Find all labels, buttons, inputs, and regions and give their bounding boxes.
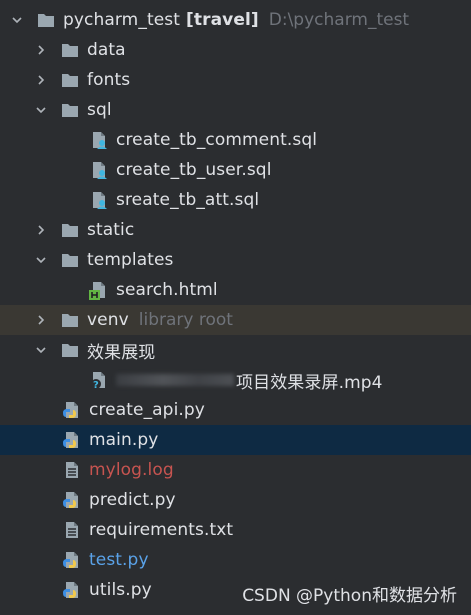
csdn-watermark: CSDN @Python和数据分析: [242, 586, 457, 606]
python-file-icon: [62, 400, 82, 420]
tree-row-project-root[interactable]: pycharm_test [travel] D:\pycharm_test: [0, 5, 471, 35]
folder-icon: [60, 310, 80, 330]
folder-icon: [60, 100, 80, 120]
tree-row-python-file-selected[interactable]: main.py: [0, 425, 471, 455]
folder-label-fonts: fonts: [87, 70, 131, 90]
folder-icon: [60, 220, 80, 240]
tree-row-python-file[interactable]: test.py: [0, 545, 471, 575]
project-name: pycharm_test: [63, 10, 180, 30]
file-label: sreate_tb_att.sql: [116, 190, 260, 210]
tree-row-log-file[interactable]: mylog.log: [0, 455, 471, 485]
python-file-icon: [62, 490, 82, 510]
project-path: D:\pycharm_test: [268, 10, 410, 30]
tree-row-python-file[interactable]: create_api.py: [0, 395, 471, 425]
file-label: predict.py: [89, 490, 176, 510]
chevron-right-icon[interactable]: [34, 223, 48, 237]
chevron-down-icon[interactable]: [10, 13, 24, 27]
folder-icon: [60, 70, 80, 90]
project-tree: pycharm_test [travel] D:\pycharm_test da…: [0, 5, 471, 605]
chevron-right-icon[interactable]: [34, 313, 48, 327]
folder-icon: [60, 250, 80, 270]
tree-row-html-file[interactable]: search.html: [0, 275, 471, 305]
python-file-icon: [62, 580, 82, 600]
file-label: utils.py: [89, 580, 152, 600]
python-file-icon: [62, 550, 82, 570]
folder-label-static: static: [87, 220, 135, 240]
tree-row-effect-folder[interactable]: 效果展现: [0, 335, 471, 365]
file-label: create_tb_user.sql: [116, 160, 272, 180]
folder-label-data: data: [87, 40, 126, 60]
file-label: main.py: [89, 430, 159, 450]
folder-icon: [60, 40, 80, 60]
file-label: requirements.txt: [89, 520, 234, 540]
unknown-file-icon: ?: [89, 370, 109, 390]
sql-file-icon: [89, 190, 109, 210]
folder-icon: [36, 10, 56, 30]
tree-row-sql-file[interactable]: create_tb_comment.sql: [0, 125, 471, 155]
tree-row-python-file[interactable]: predict.py: [0, 485, 471, 515]
tree-row-sql-file[interactable]: sreate_tb_att.sql: [0, 185, 471, 215]
tree-row-text-file[interactable]: requirements.txt: [0, 515, 471, 545]
tree-row-video-file[interactable]: ? 项目效果录屏.mp4: [0, 365, 471, 395]
file-label: create_api.py: [89, 400, 205, 420]
project-module: [travel]: [186, 10, 259, 30]
text-file-icon: [62, 520, 82, 540]
chevron-right-icon[interactable]: [34, 73, 48, 87]
file-label: test.py: [89, 550, 149, 570]
bottom-strip: [0, 611, 471, 615]
tree-row-data[interactable]: data: [0, 35, 471, 65]
chevron-right-icon[interactable]: [34, 43, 48, 57]
chevron-down-icon[interactable]: [34, 343, 48, 357]
html-file-icon: [89, 280, 109, 300]
chevron-down-icon[interactable]: [34, 253, 48, 267]
file-label: mylog.log: [89, 460, 174, 480]
folder-icon: [60, 340, 80, 360]
text-file-icon: [62, 460, 82, 480]
tree-row-sql-file[interactable]: create_tb_user.sql: [0, 155, 471, 185]
tree-row-fonts[interactable]: fonts: [0, 65, 471, 95]
chevron-down-icon[interactable]: [34, 103, 48, 117]
sql-file-icon: [89, 160, 109, 180]
redacted-filename-part: [116, 374, 234, 386]
tree-row-venv[interactable]: venv library root: [0, 305, 471, 335]
file-label: search.html: [116, 280, 218, 300]
folder-label-templates: templates: [87, 250, 174, 270]
file-label: 项目效果录屏.mp4: [236, 372, 383, 393]
tree-row-templates[interactable]: templates: [0, 245, 471, 275]
sql-file-icon: [89, 130, 109, 150]
folder-label-sql: sql: [87, 100, 112, 120]
python-file-icon: [62, 430, 82, 450]
tree-row-sql[interactable]: sql: [0, 95, 471, 125]
svg-text:?: ?: [93, 380, 99, 390]
folder-label-effect: 效果展现: [87, 342, 156, 363]
tree-row-static[interactable]: static: [0, 215, 471, 245]
library-root-hint: library root: [138, 310, 233, 330]
file-label: create_tb_comment.sql: [116, 130, 318, 150]
folder-label-venv: venv: [87, 310, 129, 330]
